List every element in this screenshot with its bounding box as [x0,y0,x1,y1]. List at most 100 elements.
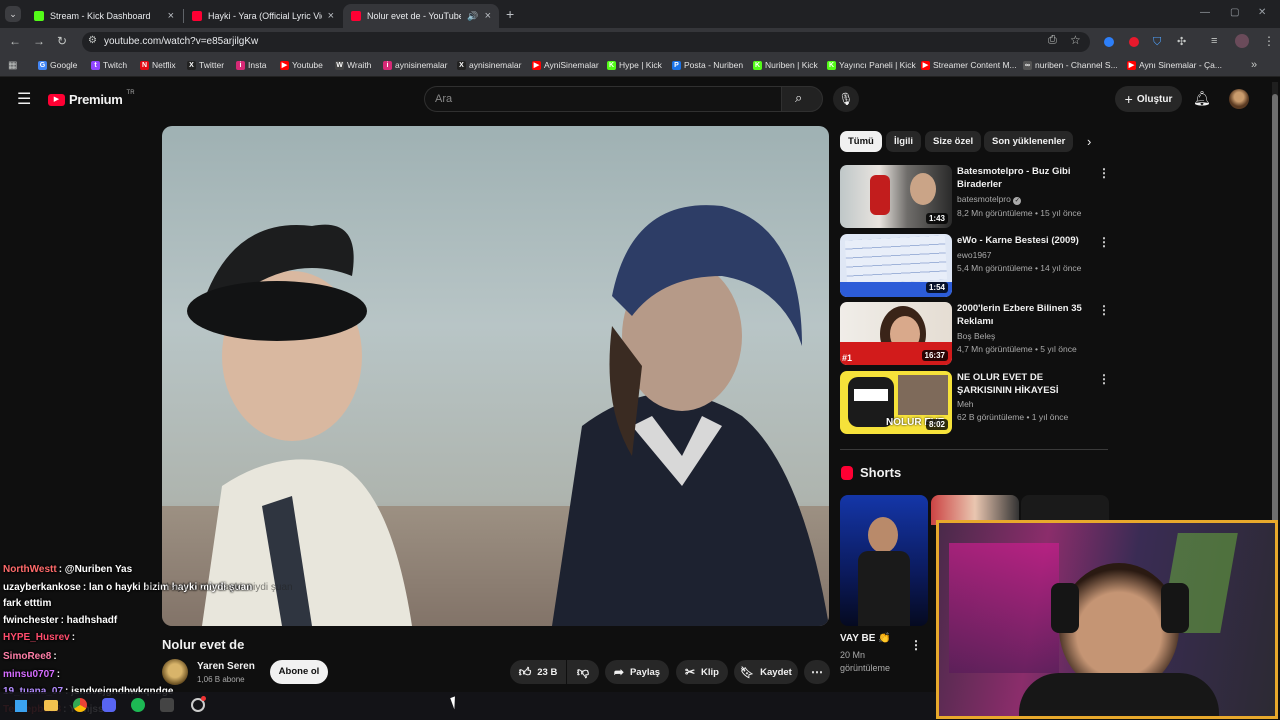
close-icon[interactable]: × [328,10,334,22]
recommendation-title[interactable]: NE OLUR EVET DE ŞARKISININ HİKAYESİ [957,371,1097,397]
recommendation-thumbnail[interactable]: 1:43 [840,165,952,228]
recommendation-title[interactable]: Batesmotelpro - Buz Gibi Biraderler [957,165,1097,191]
media-controls-icon[interactable]: ≡ [1211,35,1217,47]
extension-icon[interactable] [1104,37,1114,47]
save-button[interactable]: 🔖︎ Kaydet [734,660,798,684]
tab-label: Nolur evet de - YouTube [367,11,462,21]
bookmark-item[interactable]: G Google [38,60,77,70]
tab-kick-dashboard[interactable]: Stream - Kick Dashboard × [26,4,182,28]
shield-extension-icon[interactable]: ⛉ [1153,36,1161,49]
forward-icon[interactable]: → [33,34,45,48]
browser-menu-icon[interactable]: ⋮ [1263,34,1275,48]
create-button[interactable]: + Oluştur [1115,86,1182,112]
chip-all[interactable]: Tümü [840,131,882,152]
chrome-icon[interactable] [73,698,87,712]
chevron-right-icon[interactable]: › [1087,134,1091,149]
recommendation-thumbnail[interactable]: NOLUR EVE 8:02 [840,371,952,434]
bookmark-item[interactable]: i aynisinemalar [383,60,447,70]
more-bookmarks-icon[interactable]: » [1251,59,1257,71]
extension-icon[interactable] [1129,37,1139,47]
scrollbar-thumb[interactable] [1272,94,1278,530]
bookmark-item[interactable]: ∞ nuriben - Channel S... [1023,60,1118,70]
recommendation-channel[interactable]: Meh [957,399,974,409]
hamburger-menu-icon[interactable]: ☰ [17,89,31,109]
tab-hayki-yara[interactable]: Hayki - Yara (Official Lyric Video) × [184,4,342,28]
close-icon[interactable]: × [168,10,174,22]
spotify-icon[interactable] [131,698,145,712]
recommendation-channel[interactable]: Boş Beleş [957,331,995,341]
close-icon[interactable]: × [485,10,491,22]
clip-button[interactable]: ✂ Klip [676,660,728,684]
windows-start-icon[interactable] [15,700,27,712]
recommendation-thumbnail[interactable]: 1:54 [840,234,952,297]
new-tab-button[interactable]: + [506,6,514,22]
bookmark-item[interactable]: K Yayıncı Paneli | Kick [827,60,916,70]
install-app-icon[interactable]: ⎙ [1048,34,1057,47]
short-thumbnail[interactable] [840,495,928,626]
channel-avatar[interactable] [162,659,188,685]
recommendation-channel[interactable]: batesmotelpro ✓ [957,194,1022,205]
more-options-icon[interactable]: ⋮ [1098,166,1110,180]
more-options-icon[interactable]: ⋮ [1098,303,1110,317]
more-actions-button[interactable]: ⋯ [804,660,830,684]
file-explorer-icon[interactable] [44,700,58,711]
more-horizontal-icon: ⋯ [811,665,823,679]
bookmark-item[interactable]: ▶ AyniSinemalar [532,60,599,70]
recommendation-thumbnail[interactable]: #1 16:37 [840,302,952,365]
voice-search-button[interactable]: 🎙 [833,86,859,112]
tab-search-button[interactable]: ⌄ [5,6,21,22]
maximize-icon[interactable]: ▢ [1230,7,1239,18]
notifications-bell-icon[interactable]: 🔔︎ [1193,90,1211,107]
extensions-puzzle-icon[interactable]: ✣ [1177,35,1186,48]
tab-nolur-evet-de[interactable]: Nolur evet de - YouTube 🔊 × [343,4,499,28]
video-duration: 8:02 [925,419,948,430]
bookmark-item[interactable]: t Twitch [91,60,127,70]
chip-related[interactable]: İlgili [886,131,921,152]
chip-recently-uploaded[interactable]: Son yüklenenler [984,131,1074,152]
recommendation-channel[interactable]: ewo1967 [957,250,992,260]
more-options-icon[interactable]: ⋮ [1098,235,1110,249]
share-button[interactable]: ➦ Paylaş [605,660,669,684]
recommendation-title[interactable]: 2000'lerin Ezbere Bilinen 35 Reklamı [957,302,1097,328]
bookmark-item[interactable]: ▶ Streamer Content M... [921,60,1017,70]
profile-avatar[interactable] [1235,34,1249,48]
discord-icon[interactable] [102,698,116,712]
video-player[interactable] [162,126,829,626]
address-bar[interactable]: ⚙ youtube.com/watch?v=e85arjilgKw ⎙ ☆ [82,32,1090,52]
more-options-icon[interactable]: ⋮ [910,638,922,652]
site-info-icon[interactable]: ⚙ [88,35,97,46]
app-icon[interactable] [160,698,174,712]
chip-for-you[interactable]: Size özel [925,131,982,152]
back-icon[interactable]: ← [9,34,21,48]
account-avatar[interactable] [1229,89,1249,109]
bookmark-item[interactable]: K Hype | Kick [607,60,662,70]
bookmark-item[interactable]: W Wraith [335,60,371,70]
minimize-icon[interactable]: — [1200,7,1210,18]
dislike-button[interactable]: 👎︎ [567,660,599,684]
bookmark-item[interactable]: K Nuriben | Kick [753,60,818,70]
search-input[interactable]: Ara [424,86,781,112]
bookmark-item[interactable]: X Twitter [187,60,224,70]
bookmark-favicon-icon: N [140,60,149,70]
close-window-icon[interactable]: ✕ [1258,7,1266,18]
youtube-logo[interactable]: ▶ Premium TR [48,90,135,107]
bookmark-item[interactable]: N Netflix [140,60,176,70]
video-duration: 16:37 [921,350,948,361]
recommendation-title[interactable]: eWo - Karne Bestesi (2009) [957,234,1097,247]
apps-grid-icon[interactable]: ▦ [8,60,17,71]
search-button[interactable]: ⌕ [781,86,823,112]
speaker-icon[interactable]: 🔊 [467,11,478,22]
bookmark-item[interactable]: i Insta [236,60,266,70]
bookmark-item[interactable]: ▶ Youtube [280,60,323,70]
subscribe-button[interactable]: Abone ol [270,660,328,684]
channel-name[interactable]: Yaren Seren [197,661,255,672]
more-options-icon[interactable]: ⋮ [1098,372,1110,386]
bookmark-star-icon[interactable]: ☆ [1070,33,1081,47]
bookmark-item[interactable]: ▶ Aynı Sinemalar - Ça... [1127,60,1222,70]
bookmark-item[interactable]: Xaynisinemalar [457,60,521,70]
like-button[interactable]: 👍︎ 23 B [510,660,566,684]
bookmark-item[interactable]: P Posta - Nuriben [672,60,743,70]
recommendation-meta: 8,2 Mn görüntüleme • 15 yıl önce [957,208,1082,218]
short-title[interactable]: VAY BE 👏 [840,633,891,644]
reload-icon[interactable]: ↻ [57,34,67,48]
